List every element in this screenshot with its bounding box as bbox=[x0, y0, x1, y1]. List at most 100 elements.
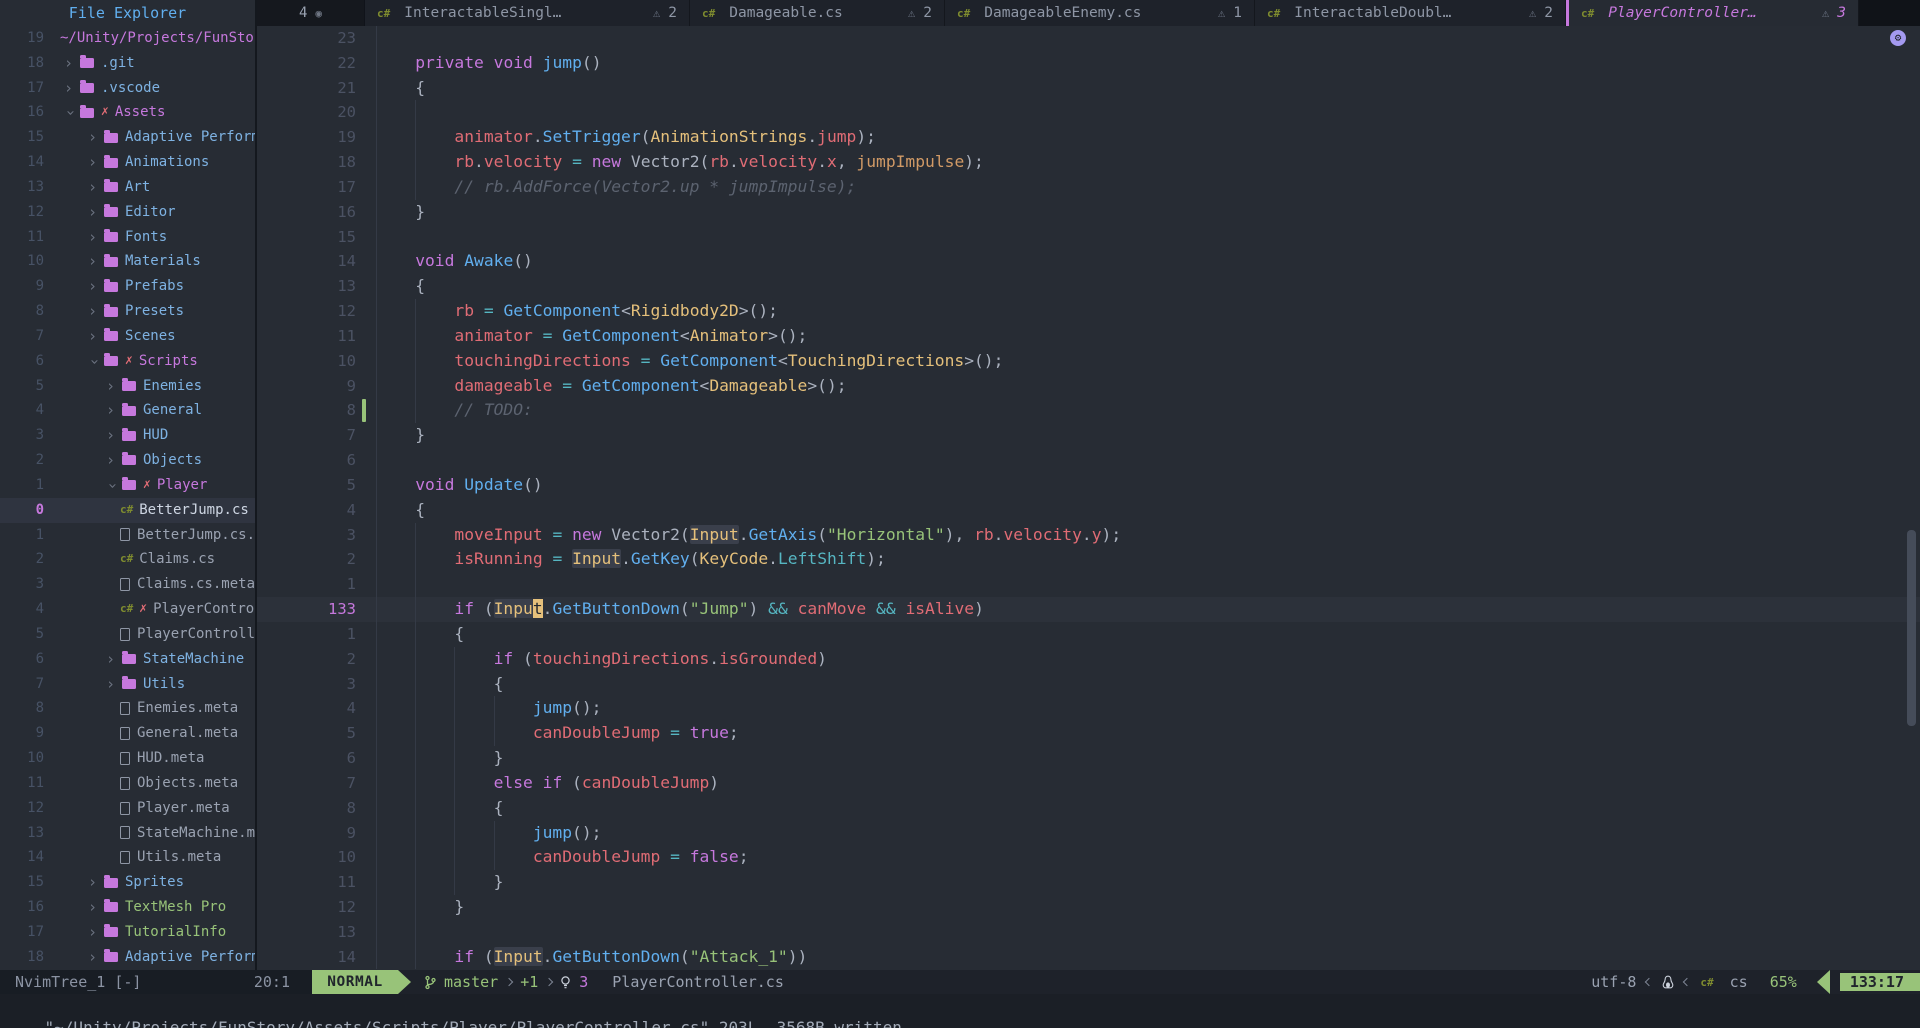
code-line[interactable]: 17// rb.AddForce(Vector2.up * jumpImpuls… bbox=[257, 175, 1920, 200]
tree-row[interactable]: 6›✗Scripts bbox=[0, 349, 255, 374]
code-line[interactable]: 7} bbox=[257, 423, 1920, 448]
tree-row[interactable]: 19~/Unity/Projects/FunStor bbox=[0, 26, 255, 51]
tree-row[interactable]: 15›Adaptive Performan bbox=[0, 125, 255, 150]
tree-row[interactable]: 16›TextMesh Pro bbox=[0, 895, 255, 920]
code-line[interactable]: 133if (Input.GetButtonDown("Jump") && ca… bbox=[257, 597, 1920, 622]
code-line[interactable]: 6 bbox=[257, 448, 1920, 473]
tree-row[interactable]: 18›.git bbox=[0, 51, 255, 76]
chevron-right-icon[interactable]: › bbox=[106, 448, 118, 473]
code-line[interactable]: 19animator.SetTrigger(AnimationStrings.j… bbox=[257, 125, 1920, 150]
code-line[interactable]: 5void Update() bbox=[257, 473, 1920, 498]
tree-row[interactable]: 5›Enemies bbox=[0, 374, 255, 399]
code-line[interactable]: 7else if (canDoubleJump) bbox=[257, 771, 1920, 796]
gear-icon[interactable]: ⚙ bbox=[1890, 30, 1906, 46]
code-line[interactable]: 14void Awake() bbox=[257, 249, 1920, 274]
chevron-right-icon[interactable]: › bbox=[88, 299, 100, 324]
code-line[interactable]: 22private void jump() bbox=[257, 51, 1920, 76]
tree-row[interactable]: 12Player.meta bbox=[0, 796, 255, 821]
code-area[interactable]: 2322private void jump()21{2019animator.S… bbox=[257, 26, 1920, 970]
code-line[interactable]: 3moveInput = new Vector2(Input.GetAxis("… bbox=[257, 523, 1920, 548]
tree-row[interactable]: 6›StateMachine bbox=[0, 647, 255, 672]
code-line[interactable]: 13 bbox=[257, 920, 1920, 945]
code-line[interactable]: 11animator = GetComponent<Animator>(); bbox=[257, 324, 1920, 349]
tree-row[interactable]: 16›✗Assets bbox=[0, 100, 255, 125]
code-line[interactable]: 18rb.velocity = new Vector2(rb.velocity.… bbox=[257, 150, 1920, 175]
tree-row[interactable]: 14›Animations bbox=[0, 150, 255, 175]
code-line[interactable]: 2if (touchingDirections.isGrounded) bbox=[257, 647, 1920, 672]
code-line[interactable]: 3{ bbox=[257, 672, 1920, 697]
code-line[interactable]: 2isRunning = Input.GetKey(KeyCode.LeftSh… bbox=[257, 547, 1920, 572]
buffer-tab[interactable]: c#InteractableDoubl…⚠2 bbox=[1255, 0, 1566, 26]
code-line[interactable]: 11} bbox=[257, 870, 1920, 895]
tree-row[interactable]: 10›Materials bbox=[0, 249, 255, 274]
tree-row[interactable]: 4c#✗PlayerContro bbox=[0, 597, 255, 622]
code-line[interactable]: 13{ bbox=[257, 274, 1920, 299]
tree-row[interactable]: 17›TutorialInfo bbox=[0, 920, 255, 945]
tree-row[interactable]: 13StateMachine.met bbox=[0, 821, 255, 846]
code-line[interactable]: 4jump(); bbox=[257, 696, 1920, 721]
chevron-right-icon[interactable]: › bbox=[88, 920, 100, 945]
code-line[interactable]: 8{ bbox=[257, 796, 1920, 821]
tree-row[interactable]: 10HUD.meta bbox=[0, 746, 255, 771]
tree-row[interactable]: 11Objects.meta bbox=[0, 771, 255, 796]
chevron-right-icon[interactable]: › bbox=[88, 274, 100, 299]
tree-row[interactable]: 2c#Claims.cs bbox=[0, 547, 255, 572]
tree-row[interactable]: 17›.vscode bbox=[0, 76, 255, 101]
code-line[interactable]: 10canDoubleJump = false; bbox=[257, 845, 1920, 870]
code-line[interactable]: 6} bbox=[257, 746, 1920, 771]
chevron-right-icon[interactable]: › bbox=[64, 51, 76, 76]
code-line[interactable]: 8// TODO: bbox=[257, 398, 1920, 423]
tree-row[interactable]: 12›Editor bbox=[0, 200, 255, 225]
chevron-right-icon[interactable]: › bbox=[88, 945, 100, 970]
tree-row[interactable]: 8›Presets bbox=[0, 299, 255, 324]
buffer-tab[interactable]: c#InteractableSingl…⚠2 bbox=[365, 0, 690, 26]
scrollbar-thumb[interactable] bbox=[1907, 530, 1916, 726]
code-line[interactable]: 4{ bbox=[257, 498, 1920, 523]
chevron-right-icon[interactable]: › bbox=[88, 895, 100, 920]
buffer-tab[interactable]: c#Damageable.cs⚠2 bbox=[690, 0, 945, 26]
chevron-right-icon[interactable]: › bbox=[88, 175, 100, 200]
chevron-right-icon[interactable]: › bbox=[88, 125, 100, 150]
code-line[interactable]: 1 bbox=[257, 572, 1920, 597]
code-line[interactable]: 12rb = GetComponent<Rigidbody2D>(); bbox=[257, 299, 1920, 324]
buffer-tab[interactable]: c#DamageableEnemy.cs⚠1 bbox=[945, 0, 1255, 26]
chevron-right-icon[interactable]: › bbox=[88, 870, 100, 895]
tree-row-current[interactable]: 0c#BetterJump.cs bbox=[0, 498, 255, 523]
tree-row[interactable]: 7›Scenes bbox=[0, 324, 255, 349]
tree-row[interactable]: 11›Fonts bbox=[0, 225, 255, 250]
code-line[interactable]: 9damageable = GetComponent<Damageable>()… bbox=[257, 374, 1920, 399]
code-line[interactable]: 1{ bbox=[257, 622, 1920, 647]
chevron-right-icon[interactable]: › bbox=[88, 324, 100, 349]
chevron-right-icon[interactable]: › bbox=[88, 200, 100, 225]
chevron-right-icon[interactable]: › bbox=[88, 150, 100, 175]
code-line[interactable]: 14if (Input.GetButtonDown("Attack_1")) bbox=[257, 945, 1920, 970]
tree-row[interactable]: 4›General bbox=[0, 398, 255, 423]
tree-row[interactable]: 7›Utils bbox=[0, 672, 255, 697]
chevron-right-icon[interactable]: › bbox=[106, 423, 118, 448]
tree-row[interactable]: 13›Art bbox=[0, 175, 255, 200]
code-line[interactable]: 20 bbox=[257, 100, 1920, 125]
code-line[interactable]: 5canDoubleJump = true; bbox=[257, 721, 1920, 746]
tree-row[interactable]: 14Utils.meta bbox=[0, 845, 255, 870]
code-line[interactable]: 10touchingDirections = GetComponent<Touc… bbox=[257, 349, 1920, 374]
tree-row[interactable]: 1BetterJump.cs. bbox=[0, 523, 255, 548]
tree-row[interactable]: 9›Prefabs bbox=[0, 274, 255, 299]
tree-row[interactable]: 15›Sprites bbox=[0, 870, 255, 895]
code-line[interactable]: 16} bbox=[257, 200, 1920, 225]
chevron-right-icon[interactable]: › bbox=[88, 225, 100, 250]
code-line[interactable]: 12} bbox=[257, 895, 1920, 920]
tree-row[interactable]: 5PlayerControll bbox=[0, 622, 255, 647]
tree-row[interactable]: 8Enemies.meta bbox=[0, 696, 255, 721]
tree-row[interactable]: 3›HUD bbox=[0, 423, 255, 448]
chevron-right-icon[interactable]: › bbox=[106, 398, 118, 423]
chevron-right-icon[interactable]: › bbox=[88, 249, 100, 274]
tree-row[interactable]: 2›Objects bbox=[0, 448, 255, 473]
tree-row[interactable]: 9General.meta bbox=[0, 721, 255, 746]
chevron-right-icon[interactable]: › bbox=[106, 374, 118, 399]
code-line[interactable]: 9jump(); bbox=[257, 821, 1920, 846]
chevron-right-icon[interactable]: › bbox=[106, 647, 118, 672]
chevron-right-icon[interactable]: › bbox=[106, 672, 118, 697]
buffer-tab-active[interactable]: c#PlayerController…⚠3 bbox=[1566, 0, 1859, 26]
code-line[interactable]: 15 bbox=[257, 225, 1920, 250]
chevron-right-icon[interactable]: › bbox=[64, 76, 76, 101]
